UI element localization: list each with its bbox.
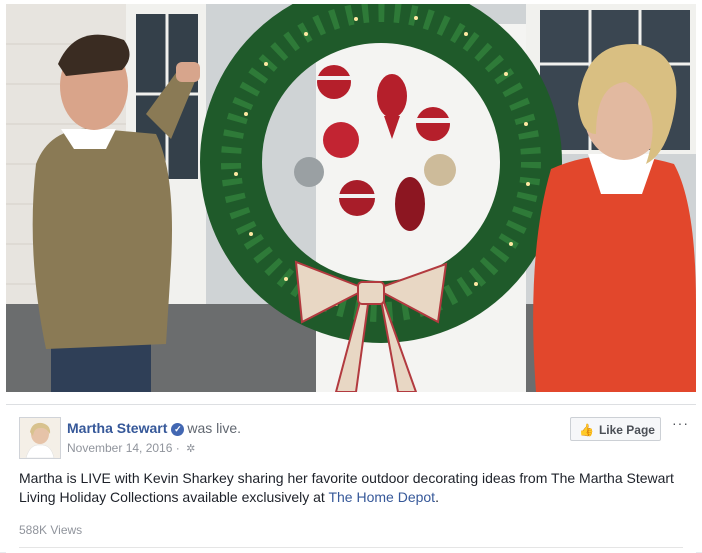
post-body-end: . — [435, 489, 439, 505]
globe-icon: ✲ — [186, 443, 196, 455]
verified-badge-icon: ✓ — [171, 423, 185, 436]
post-date-line: November 14, 2016 · ✲ — [67, 441, 195, 455]
page-avatar[interactable] — [19, 417, 61, 459]
like-page-button[interactable]: 👍 Like Page — [570, 417, 661, 441]
post-footer: Martha Stewart ✓ was live. November 14, 20… — [6, 404, 696, 553]
thumbs-up-icon: 👍 — [579, 423, 594, 437]
page-name-link[interactable]: Martha Stewart — [67, 420, 167, 436]
video-player[interactable] — [6, 4, 696, 392]
page-name-line: Martha Stewart ✓ was live. — [67, 420, 241, 436]
video-post: Martha Stewart ✓ was live. November 14, 20… — [0, 0, 702, 553]
post-date[interactable]: November 14, 2016 · — [67, 441, 183, 455]
video-frame[interactable] — [6, 4, 696, 392]
divider — [19, 547, 683, 548]
avatar-image — [20, 418, 60, 458]
more-options-button[interactable]: ··· — [672, 415, 689, 431]
home-depot-link[interactable]: The Home Depot — [328, 489, 435, 505]
view-count: 588K Views — [19, 523, 83, 537]
live-status: was live. — [187, 420, 242, 436]
post-text: Martha is LIVE with Kevin Sharkey sharin… — [19, 469, 679, 507]
like-page-label: Like Page — [598, 423, 655, 437]
